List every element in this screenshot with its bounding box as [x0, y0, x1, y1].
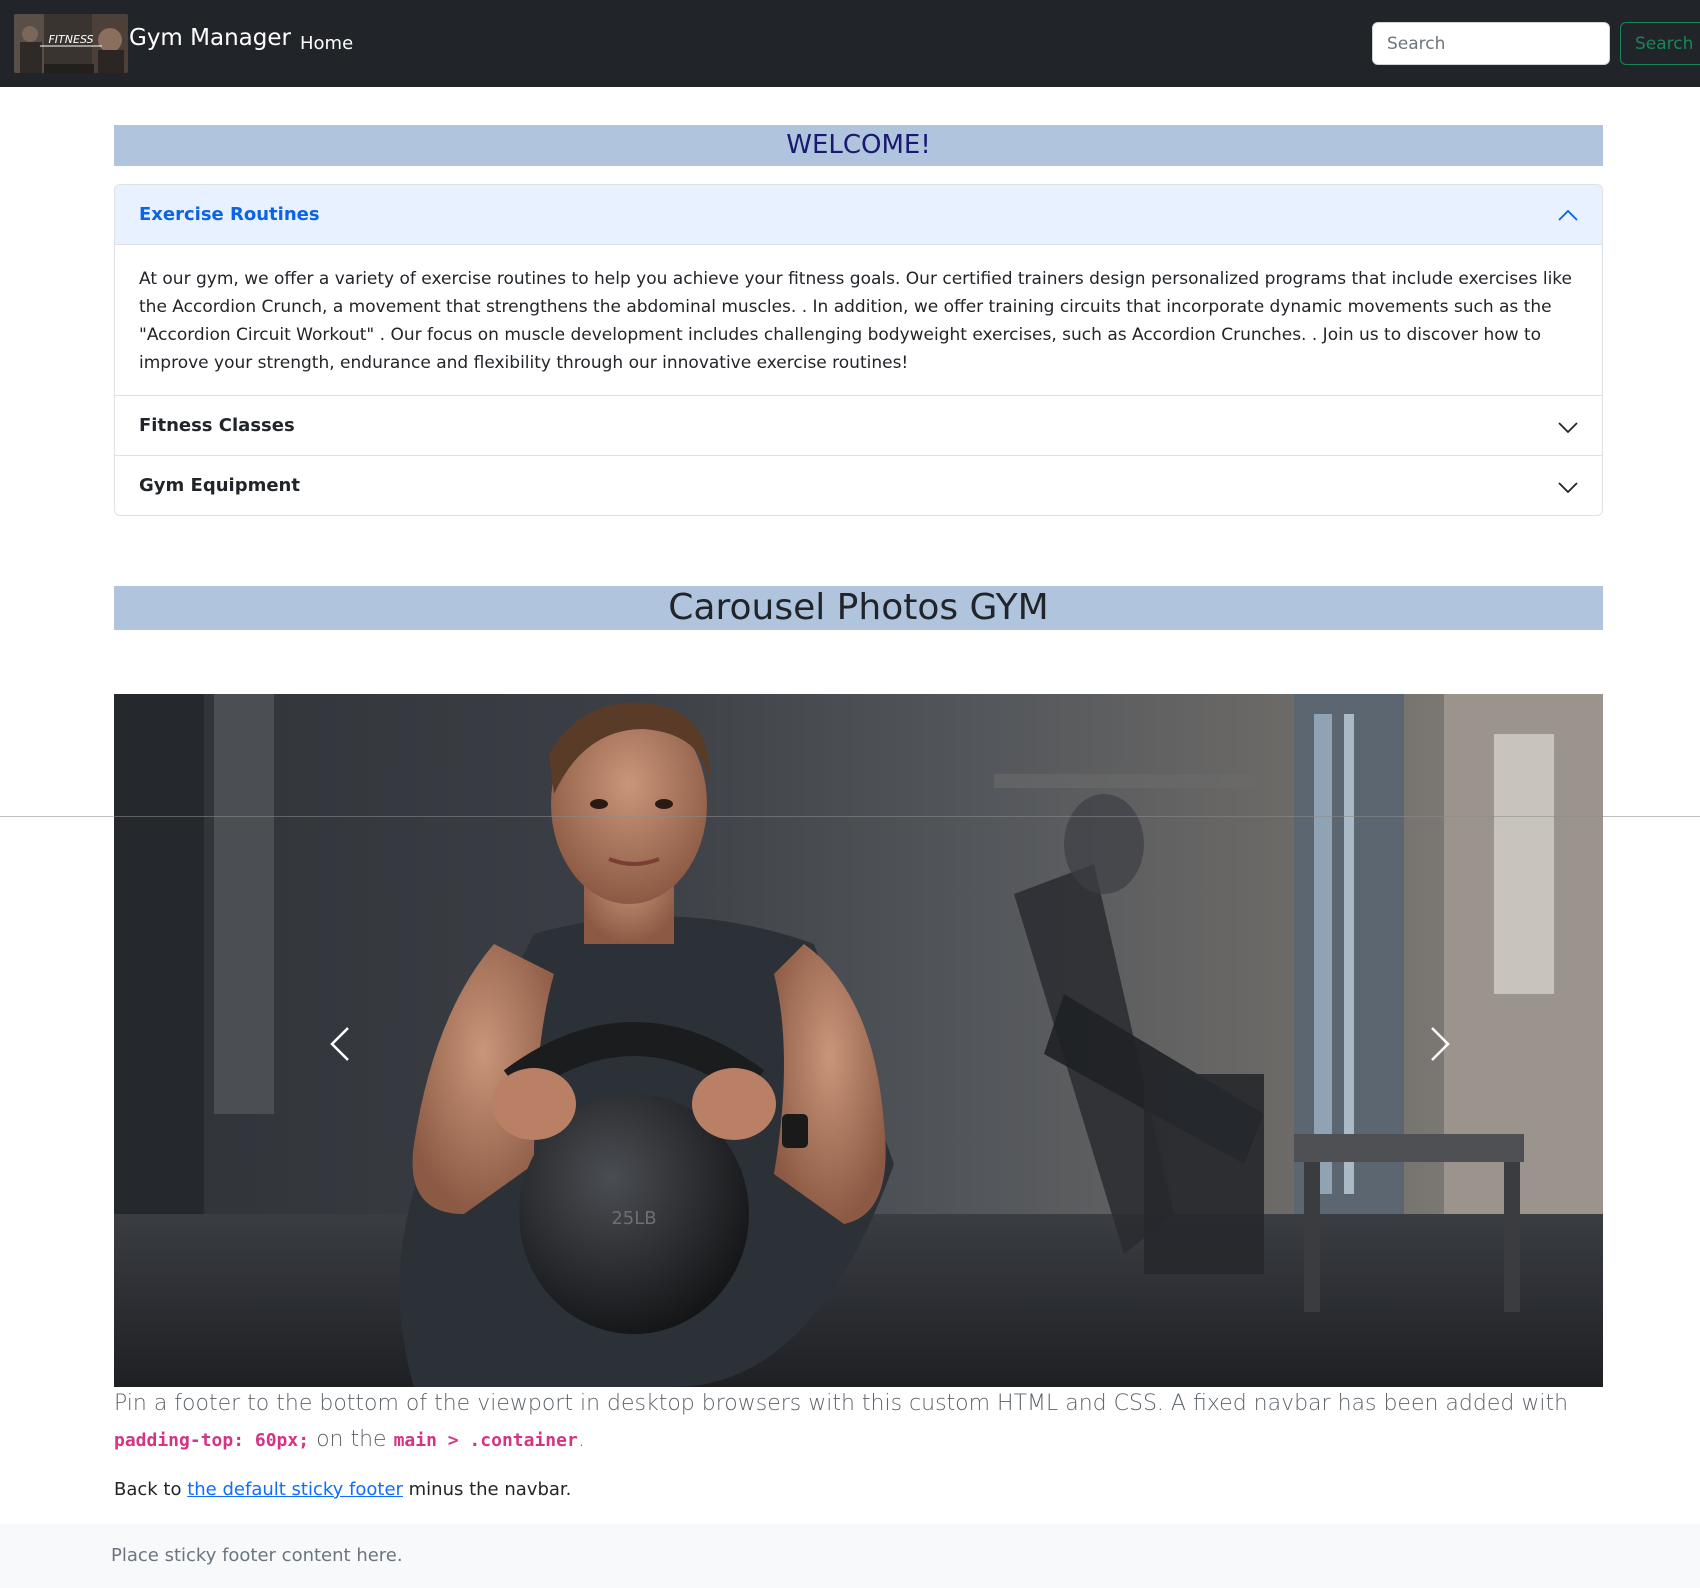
accordion-title: Fitness Classes [139, 415, 295, 436]
carousel: 25LB [114, 694, 1603, 1387]
lead-paragraph: Pin a footer to the bottom of the viewpo… [114, 1386, 1603, 1459]
lead-text: Pin a footer to the bottom of the viewpo… [114, 1391, 1569, 1416]
brand-logo[interactable]: FITNESS [14, 14, 128, 73]
navbar: FITNESS Gym Manager Home Search [0, 0, 1700, 87]
code-snippet: padding-top: 60px; [114, 1430, 310, 1451]
search-button[interactable]: Search [1620, 22, 1700, 65]
kettlebell-label: 25LB [611, 1208, 656, 1229]
lead-text: . [577, 1427, 585, 1452]
footer: Place sticky footer content here. [0, 1524, 1700, 1588]
accordion-header-gym-equipment[interactable]: Gym Equipment [115, 455, 1602, 515]
chevron-down-icon [1558, 422, 1578, 434]
accordion-title: Exercise Routines [139, 204, 320, 225]
nav-home-link[interactable]: Home [300, 33, 353, 54]
carousel-next-button[interactable] [1380, 994, 1500, 1094]
accordion: Exercise Routines At our gym, we offer a… [114, 184, 1603, 516]
accordion-header-fitness-classes[interactable]: Fitness Classes [115, 395, 1602, 455]
logo-text: FITNESS [48, 33, 93, 46]
accordion-body-exercise-routines: At our gym, we offer a variety of exerci… [139, 269, 1572, 373]
chevron-right-icon [1431, 1027, 1450, 1061]
chevron-down-icon [1558, 482, 1578, 494]
accordion-title: Gym Equipment [139, 475, 300, 496]
back-suffix: minus the navbar. [402, 1479, 572, 1500]
chevron-left-icon [330, 1027, 349, 1061]
welcome-banner: WELCOME! [114, 125, 1603, 166]
accordion-header-exercise-routines[interactable]: Exercise Routines [115, 185, 1602, 245]
back-prefix: Back to [114, 1479, 188, 1500]
default-sticky-footer-link[interactable]: the default sticky footer [187, 1479, 403, 1500]
search-input[interactable] [1372, 22, 1610, 65]
chevron-up-icon [1558, 209, 1578, 221]
footer-text: Place sticky footer content here. [111, 1545, 403, 1566]
brand-name[interactable]: Gym Manager [129, 25, 291, 51]
carousel-heading: Carousel Photos GYM [114, 586, 1603, 630]
carousel-prev-button[interactable] [280, 994, 400, 1094]
code-snippet: main > .container [393, 1430, 578, 1451]
lead-text: on the [309, 1427, 394, 1452]
back-paragraph: Back to the default sticky footer minus … [114, 1479, 571, 1500]
